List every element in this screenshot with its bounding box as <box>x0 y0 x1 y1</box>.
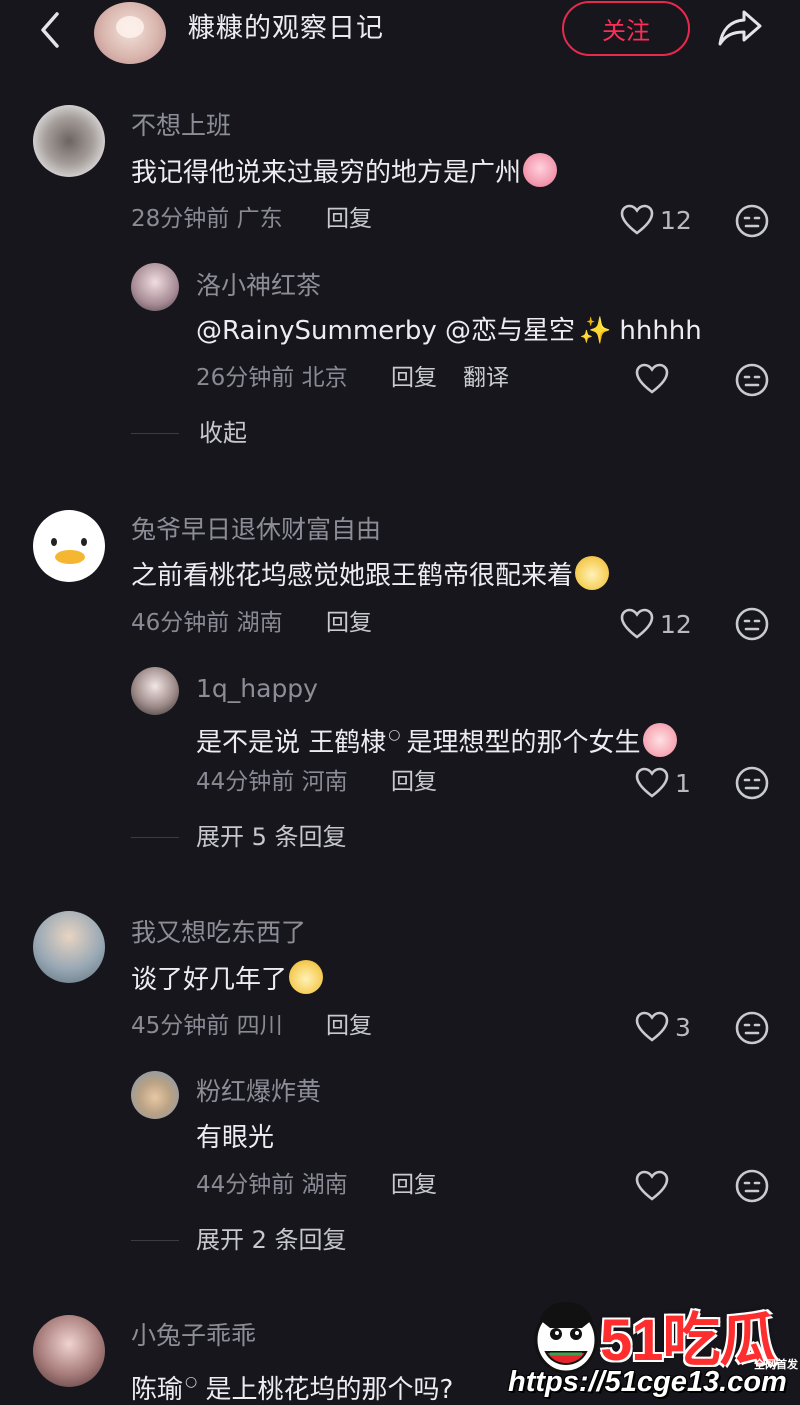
reply-meta: 26分钟前 北京 <box>196 365 348 391</box>
like-count: 12 <box>660 205 692 235</box>
reply-text: @RainySummerby @恋与星空 ✨ hhhhh <box>196 312 702 350</box>
dislike-button[interactable] <box>734 203 770 239</box>
reply-meta: 44分钟前 河南 <box>196 769 348 795</box>
share-button[interactable] <box>714 4 766 52</box>
search-mark-icon[interactable]: ○ <box>185 1374 197 1390</box>
dislike-button[interactable] <box>734 1010 770 1046</box>
expand-replies-button[interactable]: 展开 2 条回复 <box>196 1223 347 1257</box>
heart-icon <box>620 608 654 639</box>
blush-emoji-icon <box>642 723 677 757</box>
comment-text: 之前看桃花坞感觉她跟王鹤帝很配来着 <box>131 556 610 595</box>
avatar[interactable] <box>33 1315 105 1387</box>
heart-icon <box>620 204 654 235</box>
watermark-brand: 51吃瓜 <box>600 1308 778 1373</box>
comment-username[interactable]: 不想上班 <box>131 109 231 143</box>
dog-emoji-icon <box>289 960 324 994</box>
author-avatar[interactable] <box>94 2 166 64</box>
heart-icon <box>635 1011 669 1042</box>
search-mark-icon[interactable]: ○ <box>388 727 400 743</box>
reply-avatar[interactable] <box>131 1071 179 1119</box>
like-button[interactable]: 12 <box>620 200 692 240</box>
like-button[interactable] <box>635 359 669 399</box>
crying-emoji-icon <box>523 153 558 187</box>
like-count: 1 <box>675 768 691 798</box>
divider <box>131 837 179 838</box>
dislike-button[interactable] <box>734 362 770 398</box>
follow-button[interactable]: 关注 <box>562 1 690 56</box>
avatar[interactable] <box>33 510 105 582</box>
sparkles-icon: ✨ <box>579 316 612 346</box>
heart-icon <box>635 1170 669 1201</box>
reply-button[interactable]: 回复 <box>326 1010 372 1042</box>
reply-username[interactable]: 洛小神红茶 <box>196 269 321 303</box>
heart-icon <box>635 767 669 798</box>
comment-text: 谈了好几年了 <box>131 960 324 999</box>
like-button[interactable] <box>635 1166 669 1206</box>
duck-eye <box>51 538 57 546</box>
reply-username[interactable]: 粉红爆炸黄 <box>196 1075 321 1109</box>
translate-button[interactable]: 翻译 <box>463 362 509 394</box>
reply-text-pre: 是不是说 王鹤棣 <box>196 728 387 758</box>
duck-eye <box>81 538 87 546</box>
comment-text-content: 之前看桃花坞感觉她跟王鹤帝很配来着 <box>131 561 574 591</box>
comment-username[interactable]: 我又想吃东西了 <box>131 916 306 950</box>
reply-text-post: 是理想型的那个女生 <box>406 728 641 758</box>
collapse-replies-button[interactable]: 收起 <box>199 416 247 450</box>
watermark: 51吃瓜 全网首发 https://51cge13.com <box>508 1296 800 1405</box>
comment-text: 我记得他说来过最穷的地方是广州 <box>131 153 558 192</box>
heart-icon <box>635 363 669 394</box>
dislike-face-icon <box>735 363 769 397</box>
comment-meta: 46分钟前 湖南 <box>131 610 283 636</box>
reply-avatar[interactable] <box>131 263 179 311</box>
reply-text: 是不是说 王鹤棣 ○ 是理想型的那个女生 <box>196 716 677 762</box>
comment-text-content: 谈了好几年了 <box>131 965 288 995</box>
reply-button[interactable]: 回复 <box>391 362 437 394</box>
dislike-face-icon <box>735 204 769 238</box>
comment-text-post: 是上桃花坞的那个吗? <box>197 1375 454 1405</box>
reply-text-tail: hhhhh <box>619 316 702 346</box>
reply-text-content[interactable]: @RainySummerby @恋与星空 <box>196 316 575 346</box>
dog-emoji-icon <box>575 556 610 590</box>
share-icon <box>718 10 762 46</box>
dislike-button[interactable] <box>734 1168 770 1204</box>
reply-meta: 44分钟前 湖南 <box>196 1172 348 1198</box>
author-name[interactable]: 糠糠的观察日记 <box>188 10 384 48</box>
comment-text-pre: 陈瑜 <box>131 1375 184 1405</box>
top-bar: 糠糠的观察日记 关注 <box>0 0 800 64</box>
like-count: 3 <box>675 1012 691 1042</box>
dislike-face-icon <box>735 766 769 800</box>
reply-button[interactable]: 回复 <box>391 1169 437 1201</box>
reply-text: 有眼光 <box>196 1123 275 1153</box>
dislike-face-icon <box>735 1169 769 1203</box>
comment-username[interactable]: 小兔子乖乖 <box>131 1319 256 1353</box>
dislike-button[interactable] <box>734 765 770 801</box>
duck-beak <box>55 550 85 564</box>
watermark-url: https://51cge13.com <box>508 1366 787 1398</box>
comment-username[interactable]: 兔爷早日退休财富自由 <box>131 513 381 547</box>
reply-avatar[interactable] <box>131 667 179 715</box>
like-button[interactable]: 12 <box>620 604 692 644</box>
dislike-face-icon <box>735 1011 769 1045</box>
like-button[interactable]: 3 <box>635 1007 691 1047</box>
comment-text: 陈瑜 ○ 是上桃花坞的那个吗? <box>131 1363 453 1405</box>
dislike-face-icon <box>735 607 769 641</box>
dislike-button[interactable] <box>734 606 770 642</box>
divider <box>131 433 179 434</box>
like-count: 12 <box>660 609 692 639</box>
avatar[interactable] <box>33 105 105 177</box>
reply-button[interactable]: 回复 <box>391 766 437 798</box>
comment-meta: 28分钟前 广东 <box>131 206 283 232</box>
back-button[interactable] <box>32 8 68 52</box>
reply-button[interactable]: 回复 <box>326 203 372 235</box>
reply-username[interactable]: 1q_happy <box>196 672 318 706</box>
like-button[interactable]: 1 <box>635 763 691 803</box>
comment-text-content: 我记得他说来过最穷的地方是广州 <box>131 158 522 188</box>
back-icon <box>41 12 59 48</box>
avatar[interactable] <box>33 911 105 983</box>
divider <box>131 1240 179 1241</box>
comment-meta: 45分钟前 四川 <box>131 1013 283 1039</box>
reply-button[interactable]: 回复 <box>326 607 372 639</box>
expand-replies-button[interactable]: 展开 5 条回复 <box>196 820 347 854</box>
